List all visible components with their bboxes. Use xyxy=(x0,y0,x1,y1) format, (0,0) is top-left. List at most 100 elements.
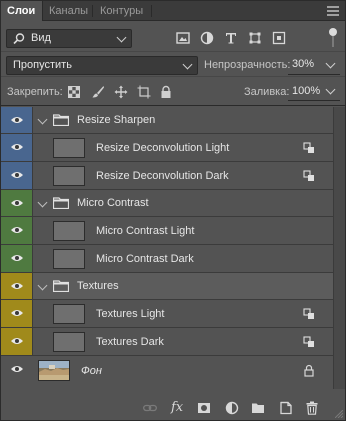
layer-name: Resize Deconvolution Light xyxy=(96,142,230,154)
visibility-toggle[interactable] xyxy=(1,134,33,161)
eye-icon xyxy=(11,200,23,206)
layer-row[interactable]: Textures Light xyxy=(1,300,333,328)
new-layer-icon[interactable] xyxy=(279,401,293,415)
visibility-toggle[interactable] xyxy=(1,190,33,216)
layers-panel: Слои Каналы Контуры Вид Пропустить Непро… xyxy=(0,0,346,421)
layers-list: Resize Sharpen Resize Deconvolution Ligh… xyxy=(1,107,333,389)
folder-icon xyxy=(53,280,69,292)
tab-paths[interactable]: Контуры xyxy=(94,1,152,21)
layer-group-name: Textures xyxy=(77,280,119,292)
filter-toggle-switch[interactable] xyxy=(329,28,337,48)
folder-icon xyxy=(53,114,69,126)
layer-thumbnail xyxy=(53,221,85,241)
new-adjustment-icon[interactable] xyxy=(225,401,239,415)
eye-icon xyxy=(11,283,23,289)
eye-icon xyxy=(11,338,23,344)
visibility-toggle[interactable] xyxy=(1,356,33,386)
adjustment-filter-icon[interactable] xyxy=(200,31,214,45)
tab-channels[interactable]: Каналы xyxy=(43,1,93,21)
lock-all-icon[interactable] xyxy=(159,85,173,99)
lock-position-icon[interactable] xyxy=(114,85,128,99)
expand-chevron-icon[interactable] xyxy=(37,280,48,291)
eye-icon xyxy=(11,310,23,316)
eye-icon xyxy=(11,255,23,261)
layer-row[interactable]: Textures Dark xyxy=(1,328,333,356)
visibility-toggle[interactable] xyxy=(1,162,33,189)
lock-row: Закрепить: Заливка: 100% xyxy=(1,78,345,106)
visibility-toggle[interactable] xyxy=(1,107,33,133)
opacity-value: 30% xyxy=(292,58,315,70)
folder-icon xyxy=(53,197,69,209)
link-layers-icon[interactable] xyxy=(143,401,157,415)
layer-row[interactable]: Resize Deconvolution Light xyxy=(1,134,333,162)
visibility-toggle[interactable] xyxy=(1,328,33,355)
filter-row: Вид xyxy=(1,22,345,52)
type-filter-icon[interactable] xyxy=(224,31,238,45)
visibility-toggle[interactable] xyxy=(1,300,33,327)
layer-name: Textures Light xyxy=(96,308,165,320)
chevron-down-icon xyxy=(325,84,336,95)
add-mask-icon[interactable] xyxy=(197,401,211,415)
expand-chevron-icon[interactable] xyxy=(37,197,48,208)
layer-group-name: Resize Sharpen xyxy=(77,114,156,126)
layer-name: Textures Dark xyxy=(96,336,164,348)
eye-icon xyxy=(11,366,23,372)
lock-brush-icon[interactable] xyxy=(91,85,105,99)
eye-icon xyxy=(11,227,23,233)
clipping-link-icon xyxy=(303,308,314,319)
lock-transparent-icon[interactable] xyxy=(67,85,81,99)
visibility-toggle[interactable] xyxy=(1,273,33,299)
fill-value: 100% xyxy=(292,85,321,97)
visibility-toggle[interactable] xyxy=(1,245,33,272)
eye-icon xyxy=(11,144,23,150)
layer-name: Micro Contrast Light xyxy=(96,225,195,237)
layer-thumbnail xyxy=(53,166,85,186)
layer-row[interactable]: Micro Contrast Dark xyxy=(1,245,333,273)
delete-layer-icon[interactable] xyxy=(305,401,319,415)
layer-thumbnail xyxy=(53,249,85,269)
layer-name: Resize Deconvolution Dark xyxy=(96,170,229,182)
fill-field[interactable]: 100% xyxy=(288,82,340,101)
panel-menu-icon[interactable] xyxy=(327,6,339,16)
clipping-link-icon xyxy=(303,170,314,181)
chevron-down-icon xyxy=(182,59,193,70)
fill-label: Заливка: xyxy=(244,86,290,98)
bottom-toolbar: fx xyxy=(1,395,345,420)
layer-thumbnail xyxy=(53,332,85,352)
clipping-link-icon xyxy=(303,336,314,347)
clipping-link-icon xyxy=(303,142,314,153)
search-icon xyxy=(13,33,25,45)
layer-group-row[interactable]: Resize Sharpen xyxy=(1,107,333,134)
layers-scrollbar[interactable] xyxy=(333,107,345,389)
filter-kind-select[interactable]: Вид xyxy=(6,29,132,48)
lock-label: Закрепить: xyxy=(7,86,63,98)
blend-row: Пропустить Непрозрачность: 30% xyxy=(1,53,345,77)
shape-filter-icon[interactable] xyxy=(248,31,262,45)
layer-thumbnail xyxy=(53,138,85,158)
layer-group-name: Micro Contrast xyxy=(77,197,149,209)
background-layer-row[interactable]: Фон xyxy=(1,356,333,386)
chevron-down-icon xyxy=(116,32,127,43)
tab-bar: Слои Каналы Контуры xyxy=(1,1,345,21)
layer-group-row[interactable]: Textures xyxy=(1,273,333,300)
layer-row[interactable]: Micro Contrast Light xyxy=(1,217,333,245)
visibility-toggle[interactable] xyxy=(1,217,33,244)
eye-icon xyxy=(11,117,23,123)
eye-icon xyxy=(11,172,23,178)
tab-layers[interactable]: Слои xyxy=(1,1,43,21)
chevron-down-icon xyxy=(325,58,336,69)
pixel-filter-icon[interactable] xyxy=(176,31,190,45)
lock-icon xyxy=(304,364,314,377)
blend-mode-select[interactable]: Пропустить xyxy=(6,56,198,75)
layer-group-row[interactable]: Micro Contrast xyxy=(1,190,333,217)
lock-artboard-icon[interactable] xyxy=(137,85,151,99)
expand-chevron-icon[interactable] xyxy=(37,114,48,125)
filter-kind-label: Вид xyxy=(31,32,51,44)
new-group-icon[interactable] xyxy=(251,401,265,415)
blend-mode-value: Пропустить xyxy=(13,59,72,71)
opacity-field[interactable]: 30% xyxy=(288,56,340,75)
layer-row[interactable]: Resize Deconvolution Dark xyxy=(1,162,333,190)
smart-object-filter-icon[interactable] xyxy=(272,31,286,45)
fx-icon[interactable]: fx xyxy=(171,400,183,415)
resize-grip-icon[interactable] xyxy=(335,410,343,418)
